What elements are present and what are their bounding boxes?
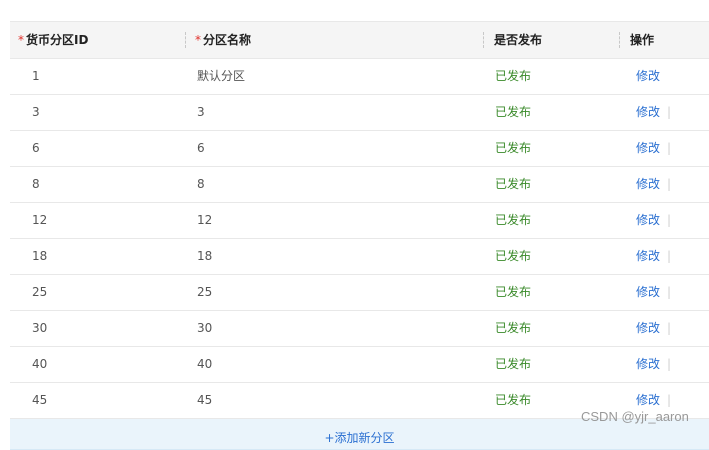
cell-partition-name: 8 xyxy=(197,177,205,191)
edit-link[interactable]: 修改 xyxy=(636,311,660,346)
edit-link[interactable]: 修改 xyxy=(636,275,660,310)
cell-partition-id: 6 xyxy=(32,141,40,155)
table-row: 3 3 已发布 修改 | xyxy=(10,95,709,131)
cell-partition-name: 40 xyxy=(197,357,213,371)
table-row: 6 6 已发布 修改 | xyxy=(10,131,709,167)
table-row: 1 默认分区 已发布 修改 xyxy=(10,59,709,95)
cell-published-status: 已发布 xyxy=(495,357,532,371)
cell-partition-name: 25 xyxy=(197,285,213,299)
header-partition-name: * 分区名称 xyxy=(195,22,251,58)
required-marker: * xyxy=(195,33,201,47)
cell-published-status: 已发布 xyxy=(495,141,532,155)
cell-partition-name: 45 xyxy=(197,393,213,407)
cell-published-status: 已发布 xyxy=(495,393,532,407)
edit-link[interactable]: 修改 xyxy=(636,239,660,274)
cell-partition-name: 6 xyxy=(197,141,205,155)
edit-link[interactable]: 修改 xyxy=(636,167,660,202)
action-separator: | xyxy=(667,321,672,335)
cell-published-status: 已发布 xyxy=(495,69,532,83)
action-separator: | xyxy=(667,249,672,263)
cell-partition-id: 12 xyxy=(32,213,48,227)
cell-partition-id: 25 xyxy=(32,285,48,299)
action-separator: | xyxy=(667,213,672,227)
action-separator: | xyxy=(667,177,672,191)
table-row: 8 8 已发布 修改 | xyxy=(10,167,709,203)
column-divider[interactable] xyxy=(185,32,186,48)
cell-partition-id: 18 xyxy=(32,249,48,263)
watermark: CSDN @yjr_aaron xyxy=(581,409,689,424)
header-partition-name-label: 分区名称 xyxy=(203,33,252,47)
cell-partition-id: 8 xyxy=(32,177,40,191)
column-divider[interactable] xyxy=(619,32,620,48)
header-action: 操作 xyxy=(630,33,655,47)
action-separator: | xyxy=(667,285,672,299)
partition-table: * 货币分区ID * 分区名称 是否发布 操作 1 默认分区 已发布 修改 3 3 已发布 修改 |… xyxy=(10,21,709,450)
cell-published-status: 已发布 xyxy=(495,321,532,335)
column-divider[interactable] xyxy=(483,32,484,48)
edit-link[interactable]: 修改 xyxy=(636,59,660,94)
action-separator: | xyxy=(667,141,672,155)
edit-link[interactable]: 修改 xyxy=(636,203,660,238)
cell-published-status: 已发布 xyxy=(495,213,532,227)
table-row: 25 25 已发布 修改 | xyxy=(10,275,709,311)
cell-partition-name: 12 xyxy=(197,213,213,227)
table-row: 40 40 已发布 修改 | xyxy=(10,347,709,383)
cell-published-status: 已发布 xyxy=(495,285,532,299)
cell-partition-id: 45 xyxy=(32,393,48,407)
edit-link[interactable]: 修改 xyxy=(636,95,660,130)
required-marker: * xyxy=(18,33,24,47)
cell-partition-id: 30 xyxy=(32,321,48,335)
table-header: * 货币分区ID * 分区名称 是否发布 操作 xyxy=(10,22,709,59)
cell-partition-name: 30 xyxy=(197,321,213,335)
cell-partition-name: 3 xyxy=(197,105,205,119)
cell-partition-id: 3 xyxy=(32,105,40,119)
cell-partition-name: 默认分区 xyxy=(197,69,246,83)
header-published: 是否发布 xyxy=(494,33,543,47)
edit-link[interactable]: 修改 xyxy=(636,347,660,382)
cell-published-status: 已发布 xyxy=(495,249,532,263)
add-partition-link[interactable]: +添加新分区 xyxy=(10,429,709,446)
cell-partition-id: 40 xyxy=(32,357,48,371)
header-partition-id: * 货币分区ID xyxy=(18,22,88,58)
table-row: 18 18 已发布 修改 | xyxy=(10,239,709,275)
cell-published-status: 已发布 xyxy=(495,177,532,191)
action-separator: | xyxy=(667,105,672,119)
action-separator: | xyxy=(667,357,672,371)
cell-partition-id: 1 xyxy=(32,69,40,83)
edit-link[interactable]: 修改 xyxy=(636,131,660,166)
table-row: 30 30 已发布 修改 | xyxy=(10,311,709,347)
cell-published-status: 已发布 xyxy=(495,105,532,119)
header-partition-id-label: 货币分区ID xyxy=(26,33,89,47)
table-body: 1 默认分区 已发布 修改 3 3 已发布 修改 | 6 6 已发布 修改 | 8 8 已发布 修改 | 12 12 已发… xyxy=(10,59,709,419)
cell-partition-name: 18 xyxy=(197,249,213,263)
table-row: 12 12 已发布 修改 | xyxy=(10,203,709,239)
